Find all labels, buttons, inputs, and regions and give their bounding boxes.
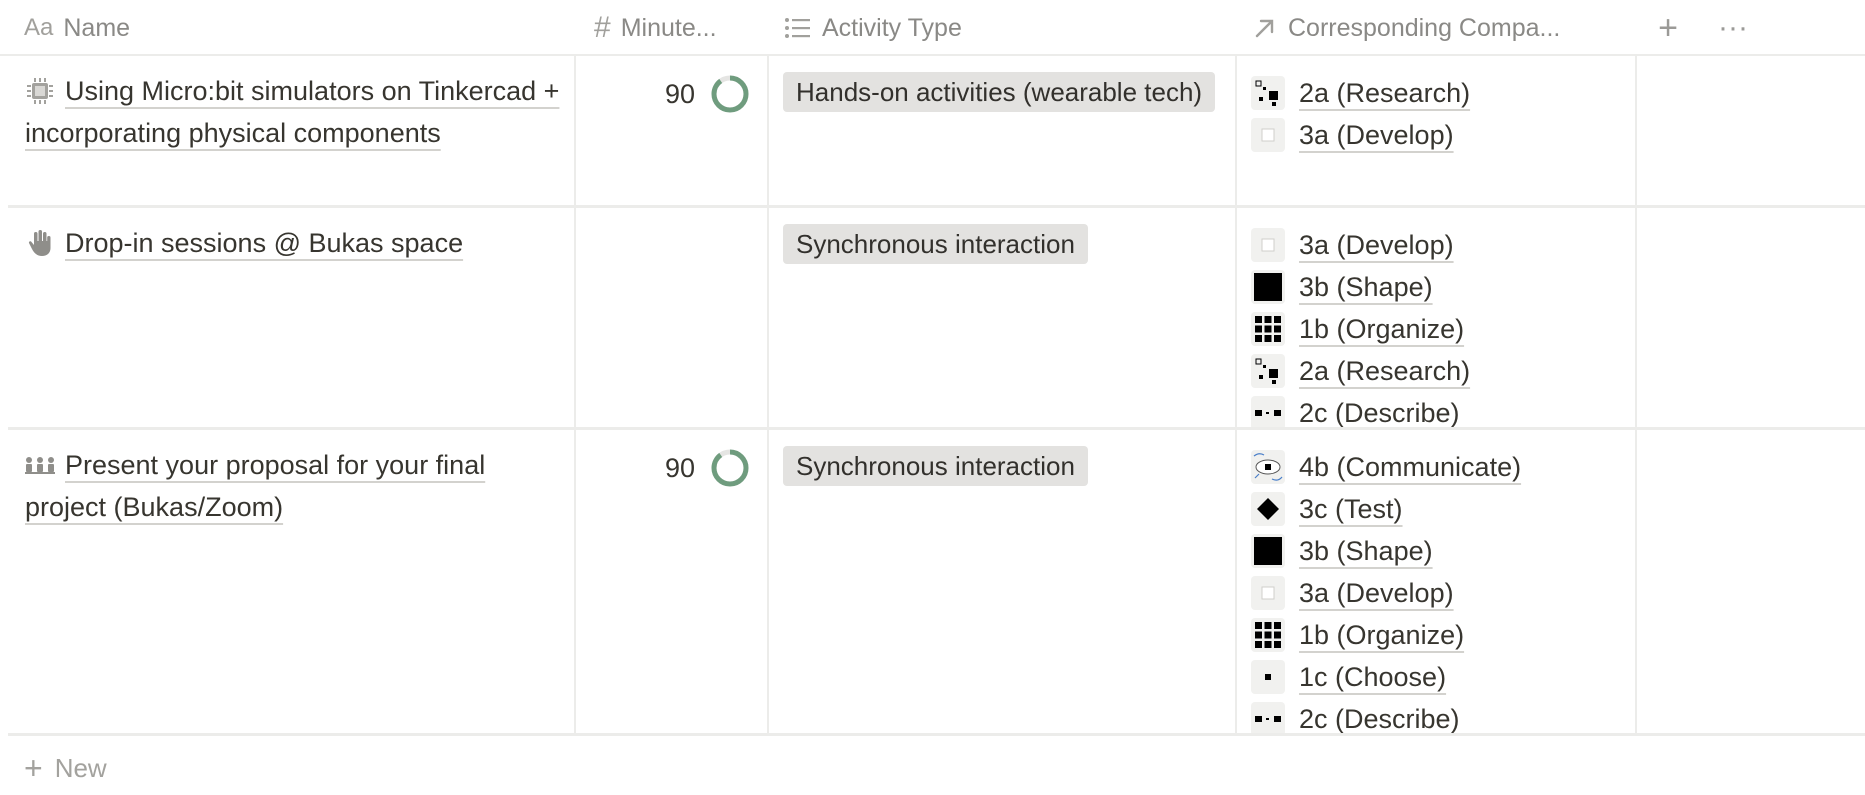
develop-blank-icon [1251,576,1285,610]
name-cell[interactable]: Using Micro:bit simulators on Tinkercad … [8,56,574,205]
table-row[interactable]: Present your proposal for your final pro… [8,430,1865,736]
organize-grid-icon [1251,312,1285,346]
more-options-button[interactable]: ··· [1716,0,1750,56]
relation-item[interactable]: 4b (Communicate) [1251,446,1635,488]
relation-label: 3a (Develop) [1299,577,1454,608]
relation-item[interactable]: 2a (Research) [1251,72,1635,114]
develop-blank-icon [1251,118,1285,152]
relation-item[interactable]: 3a (Develop) [1251,572,1635,614]
relation-label: 3c (Test) [1299,493,1403,524]
relation-label: 3a (Develop) [1299,229,1454,260]
new-row-label: New [54,752,107,783]
column-header-label: Name [63,13,131,42]
progress-ring-icon [711,449,749,487]
relation-label: 3a (Develop) [1299,119,1454,150]
column-header-corresponding-companion[interactable]: Corresponding Compa... [1252,0,1632,56]
companion-cell[interactable]: 3a (Develop) 3b (Shape) 1b (Organize) 2a… [1235,208,1635,427]
shape-square-icon [1251,534,1285,568]
relation-label: 2a (Research) [1299,355,1471,386]
communicate-target-icon [1251,450,1285,484]
column-header-minutes[interactable]: # Minute... [594,0,764,56]
relation-item[interactable]: 3a (Develop) [1251,224,1635,266]
relation-label: 3b (Shape) [1299,271,1433,302]
companion-cell[interactable]: 2a (Research) 3a (Develop) [1235,56,1635,205]
relation-label: 3b (Shape) [1299,535,1433,566]
research-pattern-icon [1251,354,1285,388]
number-icon: # [594,11,611,44]
column-header-activity-type[interactable]: Activity Type [784,0,1224,56]
page-title-link[interactable]: Present your proposal for your final pro… [25,450,485,522]
list-icon [784,16,812,40]
progress-ring-icon [711,75,749,113]
relation-label: 1b (Organize) [1299,313,1465,344]
minutes-value: 90 [664,452,695,483]
relation-item[interactable]: 1c (Choose) [1251,656,1635,698]
presentation-audience-icon [25,450,55,480]
plus-icon: + [24,750,43,786]
relation-item[interactable]: 1b (Organize) [1251,308,1635,350]
activity-type-cell[interactable]: Synchronous interaction [767,430,1235,733]
relation-item[interactable]: 2c (Describe) [1251,698,1635,733]
test-diamond-icon [1251,492,1285,526]
table-row[interactable]: Using Micro:bit simulators on Tinkercad … [8,56,1865,208]
raised-hand-icon [25,228,55,258]
describe-dots-icon [1251,702,1285,733]
table-row[interactable]: Drop-in sessions @ Bukas space Synchrono… [8,208,1865,430]
text-type-icon: Aa [24,14,54,41]
activity-type-tag[interactable]: Synchronous interaction [783,224,1088,264]
relation-arrow-icon [1252,15,1278,41]
column-header-label: Minute... [620,13,717,42]
develop-blank-icon [1251,228,1285,262]
relation-item[interactable]: 3b (Shape) [1251,530,1635,572]
microchip-icon [25,76,55,106]
relation-label: 1b (Organize) [1299,619,1465,650]
relation-label: 2c (Describe) [1299,397,1460,428]
activity-type-cell[interactable]: Hands-on activities (wearable tech) [767,56,1235,205]
research-pattern-icon [1251,76,1285,110]
add-property-button[interactable]: + [1655,0,1681,56]
relation-item[interactable]: 3c (Test) [1251,488,1635,530]
relation-item[interactable]: 3b (Shape) [1251,266,1635,308]
column-header-name[interactable]: Aa Name [24,0,564,56]
shape-square-icon [1251,270,1285,304]
minutes-cell[interactable]: 90 [574,430,767,733]
name-cell[interactable]: Present your proposal for your final pro… [8,430,574,733]
minutes-cell[interactable] [574,208,767,427]
describe-dots-icon [1251,396,1285,427]
relation-item[interactable]: 2c (Describe) [1251,392,1635,427]
relation-item[interactable]: 2a (Research) [1251,350,1635,392]
minutes-value: 90 [664,78,695,109]
column-header-label: Corresponding Compa... [1288,13,1561,42]
new-row-button[interactable]: + New [24,752,107,784]
organize-grid-icon [1251,618,1285,652]
relation-label: 2a (Research) [1299,77,1471,108]
companion-cell[interactable]: 4b (Communicate) 3c (Test) 3b (Shape) 3a… [1235,430,1635,733]
column-header-label: Activity Type [822,13,962,42]
name-cell[interactable]: Drop-in sessions @ Bukas space [8,208,574,427]
relation-label: 2c (Describe) [1299,703,1460,734]
relation-label: 4b (Communicate) [1299,451,1522,482]
activity-type-tag[interactable]: Hands-on activities (wearable tech) [783,72,1216,112]
activity-type-tag[interactable]: Synchronous interaction [783,446,1088,486]
relation-item[interactable]: 1b (Organize) [1251,614,1635,656]
page-title-link[interactable]: Using Micro:bit simulators on Tinkercad … [25,76,559,148]
minutes-cell[interactable]: 90 [574,56,767,205]
table-header: Aa Name # Minute... Activity Type Corres… [0,0,1865,56]
page-title-link[interactable]: Drop-in sessions @ Bukas space [65,228,463,258]
choose-dot-icon [1251,660,1285,694]
relation-label: 1c (Choose) [1299,661,1447,692]
relation-item[interactable]: 3a (Develop) [1251,114,1635,156]
activity-type-cell[interactable]: Synchronous interaction [767,208,1235,427]
